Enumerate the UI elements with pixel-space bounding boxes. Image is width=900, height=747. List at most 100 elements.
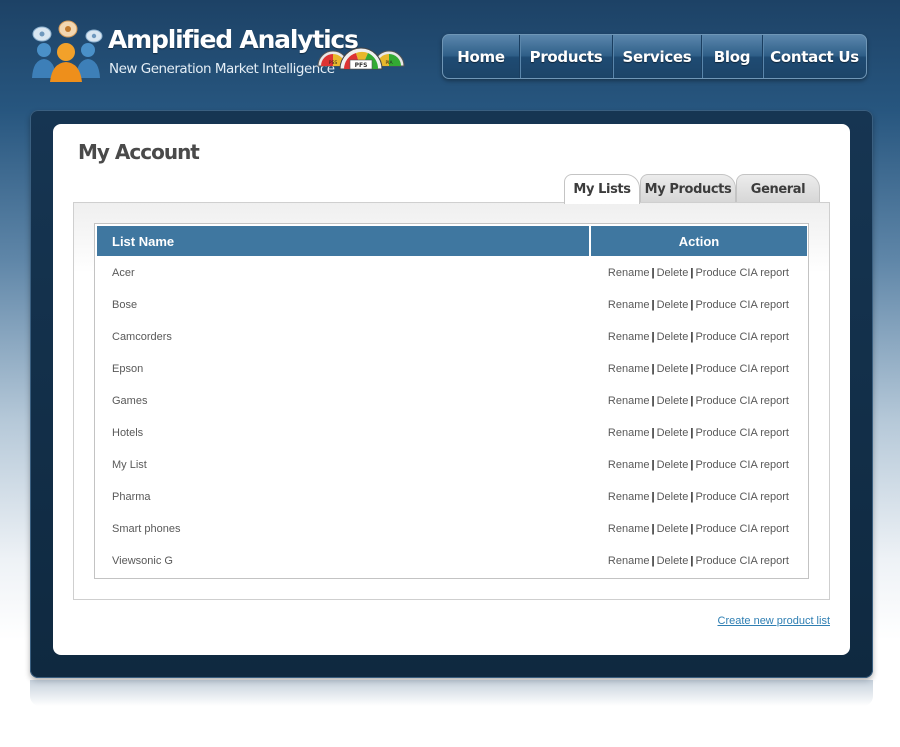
delete-link[interactable]: Delete [657, 331, 689, 343]
separator: | [651, 395, 655, 407]
separator: | [651, 491, 655, 503]
table-row: Smart phones Rename | Delete | Produce CIA re… [97, 513, 807, 545]
row-actions: Rename | Delete | Produce CIA report [591, 427, 807, 439]
separator: | [690, 363, 694, 375]
produce-report-link[interactable]: Produce CIA report [695, 267, 789, 279]
table-body: Acer Rename | Delete | Produce CIA report Bose… [97, 257, 807, 577]
rename-link[interactable]: Rename [608, 299, 650, 311]
produce-report-link[interactable]: Produce CIA report [695, 363, 789, 375]
table-row: Viewsonic G Rename | Delete | Produce CIA rep… [97, 545, 807, 577]
frame-reflection [30, 680, 873, 706]
separator: | [690, 523, 694, 535]
row-actions: Rename | Delete | Produce CIA report [591, 555, 807, 567]
separator: | [651, 523, 655, 535]
list-name: Epson [112, 363, 144, 375]
table-header: List Name Action [97, 226, 807, 256]
rename-link[interactable]: Rename [608, 331, 650, 343]
list-name: Hotels [112, 427, 144, 439]
tab-general[interactable]: General [736, 174, 820, 203]
produce-report-link[interactable]: Produce CIA report [695, 331, 789, 343]
nav-services[interactable]: Services [613, 35, 702, 78]
column-header-list-name: List Name [97, 226, 591, 256]
separator: | [651, 555, 655, 567]
table-row: Pharma Rename | Delete | Produce CIA report [97, 481, 807, 513]
nav-home[interactable]: Home [443, 35, 520, 78]
brand-tagline: New Generation Market Intelligence [109, 61, 335, 77]
produce-report-link[interactable]: Produce CIA report [695, 491, 789, 503]
rename-link[interactable]: Rename [608, 523, 650, 535]
produce-report-link[interactable]: Produce CIA report [695, 459, 789, 471]
table-row: My List Rename | Delete | Produce CIA report [97, 449, 807, 481]
delete-link[interactable]: Delete [657, 363, 689, 375]
separator: | [690, 267, 694, 279]
list-name: Viewsonic G [112, 555, 173, 567]
gauge-label: PSS [329, 60, 338, 66]
separator: | [690, 491, 694, 503]
tab-my-lists[interactable]: My Lists [564, 174, 640, 204]
separator: | [651, 427, 655, 439]
gauge-label: PIA [385, 60, 393, 66]
row-actions: Rename | Delete | Produce CIA report [591, 459, 807, 471]
delete-link[interactable]: Delete [657, 267, 689, 279]
rename-link[interactable]: Rename [608, 427, 650, 439]
row-actions: Rename | Delete | Produce CIA report [591, 363, 807, 375]
row-actions: Rename | Delete | Produce CIA report [591, 267, 807, 279]
separator: | [690, 395, 694, 407]
separator: | [690, 331, 694, 343]
column-header-action: Action [591, 226, 807, 256]
main-nav: Home Products Services Blog Contact Us [442, 34, 867, 79]
delete-link[interactable]: Delete [657, 459, 689, 471]
people-logo-icon [32, 20, 103, 82]
rename-link[interactable]: Rename [608, 363, 650, 375]
list-name: Smart phones [112, 523, 181, 535]
separator: | [651, 267, 655, 279]
table-row: Games Rename | Delete | Produce CIA report [97, 385, 807, 417]
list-name: Pharma [112, 491, 151, 503]
separator: | [690, 555, 694, 567]
table-row: Hotels Rename | Delete | Produce CIA report [97, 417, 807, 449]
list-name: My List [112, 459, 147, 471]
rename-link[interactable]: Rename [608, 459, 650, 471]
separator: | [690, 299, 694, 311]
delete-link[interactable]: Delete [657, 299, 689, 311]
row-actions: Rename | Delete | Produce CIA report [591, 299, 807, 311]
rename-link[interactable]: Rename [608, 491, 650, 503]
produce-report-link[interactable]: Produce CIA report [695, 395, 789, 407]
delete-link[interactable]: Delete [657, 555, 689, 567]
row-actions: Rename | Delete | Produce CIA report [591, 331, 807, 343]
row-actions: Rename | Delete | Produce CIA report [591, 491, 807, 503]
nav-products[interactable]: Products [520, 35, 613, 78]
produce-report-link[interactable]: Produce CIA report [695, 427, 789, 439]
tab-my-products[interactable]: My Products [640, 174, 736, 203]
delete-link[interactable]: Delete [657, 427, 689, 439]
delete-link[interactable]: Delete [657, 523, 689, 535]
nav-blog[interactable]: Blog [702, 35, 763, 78]
create-new-list-link[interactable]: Create new product list [718, 615, 831, 627]
nav-contact-us[interactable]: Contact Us [763, 35, 866, 78]
gauge-label: PFS [355, 62, 368, 69]
separator: | [651, 331, 655, 343]
logo[interactable]: Amplified Analytics New Generation Marke… [28, 18, 408, 88]
produce-report-link[interactable]: Produce CIA report [695, 523, 789, 535]
table-row: Camcorders Rename | Delete | Produce CIA repo… [97, 321, 807, 353]
rename-link[interactable]: Rename [608, 267, 650, 279]
rename-link[interactable]: Rename [608, 555, 650, 567]
produce-report-link[interactable]: Produce CIA report [695, 555, 789, 567]
row-actions: Rename | Delete | Produce CIA report [591, 523, 807, 535]
page-title: My Account [78, 140, 200, 164]
table-row: Epson Rename | Delete | Produce CIA report [97, 353, 807, 385]
row-actions: Rename | Delete | Produce CIA report [591, 395, 807, 407]
rename-link[interactable]: Rename [608, 395, 650, 407]
delete-link[interactable]: Delete [657, 395, 689, 407]
list-name: Games [112, 395, 148, 407]
delete-link[interactable]: Delete [657, 491, 689, 503]
list-name: Camcorders [112, 331, 172, 343]
list-name: Bose [112, 299, 138, 311]
separator: | [651, 459, 655, 471]
gauges-icon: PFS PSS PIA [317, 47, 405, 70]
table-row: Acer Rename | Delete | Produce CIA report [97, 257, 807, 289]
separator: | [690, 459, 694, 471]
table-row: Bose Rename | Delete | Produce CIA report [97, 289, 807, 321]
separator: | [651, 299, 655, 311]
produce-report-link[interactable]: Produce CIA report [695, 299, 789, 311]
